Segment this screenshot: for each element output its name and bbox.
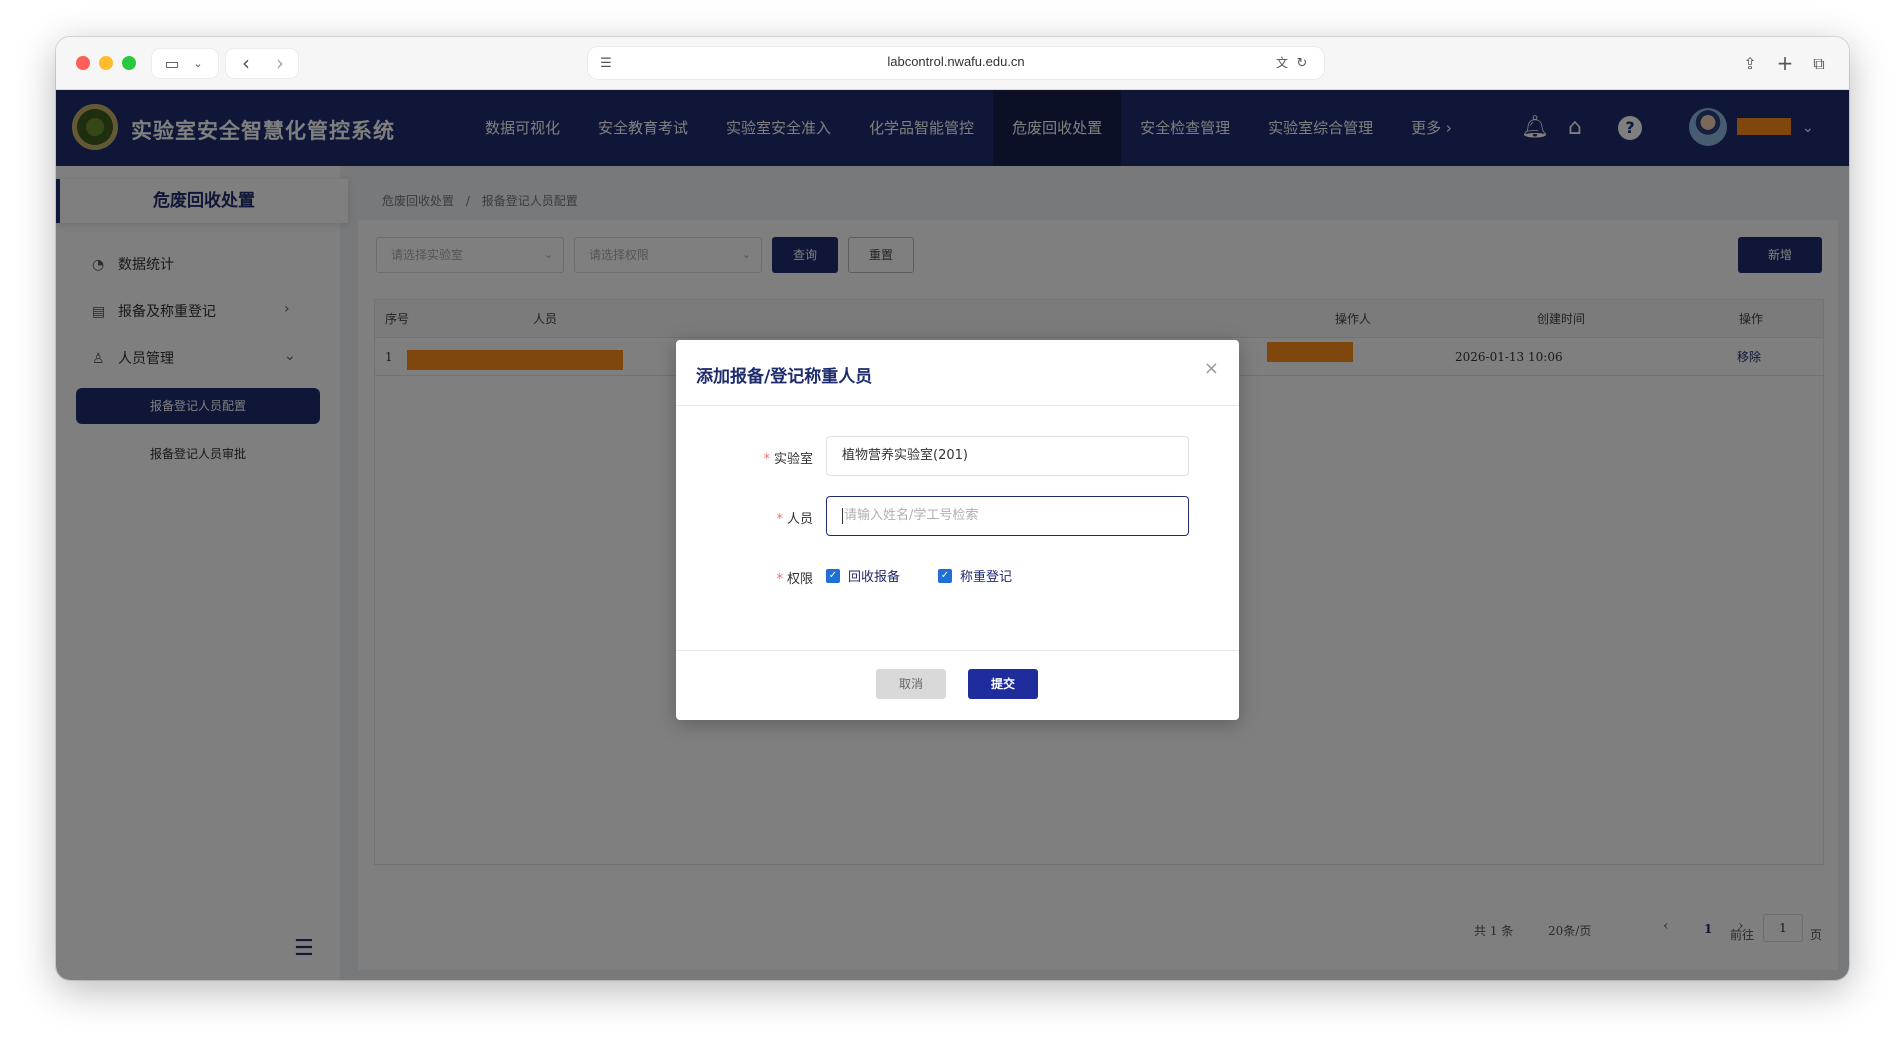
back-icon[interactable]: ‹ xyxy=(234,49,258,78)
checkbox-label: 回收报备 xyxy=(848,570,901,585)
add-personnel-dialog: 添加报备/登记称重人员 × * 实验室 植物营养实验室(201) * 人员 请输入姓… xyxy=(676,340,1239,720)
chevron-down-icon[interactable]: ⌄ xyxy=(188,49,208,78)
dialog-header: 添加报备/登记称重人员 × xyxy=(676,340,1239,406)
history-nav-group: ‹ › xyxy=(226,49,298,78)
permission-label-text: 权限 xyxy=(786,572,813,587)
lab-field-value: 植物营养实验室(201) xyxy=(842,448,968,463)
reload-icon[interactable]: ↻ xyxy=(1292,49,1312,78)
lab-field[interactable]: 植物营养实验室(201) xyxy=(826,436,1189,476)
zoom-window-button[interactable] xyxy=(122,56,136,70)
lab-label-text: 实验室 xyxy=(773,452,813,467)
browser-window: ▭ ⌄ ‹ › ☰ labcontrol.nwafu.edu.cn 文 ↻ ⇪ … xyxy=(56,37,1849,980)
permission-group: ✓ 回收报备 ✓ 称重登记 xyxy=(826,566,1226,586)
person-search-input[interactable]: 请输入姓名/学工号检索 xyxy=(826,496,1189,536)
submit-button[interactable]: 提交 xyxy=(968,669,1038,699)
required-mark: * xyxy=(776,512,783,527)
translate-icon[interactable]: 文 xyxy=(1272,49,1292,78)
minimize-window-button[interactable] xyxy=(99,56,113,70)
browser-toolbar: ▭ ⌄ ‹ › ☰ labcontrol.nwafu.edu.cn 文 ↻ ⇪ … xyxy=(56,37,1849,90)
check-icon: ✓ xyxy=(826,568,840,583)
sidebar-icon[interactable]: ▭ xyxy=(160,49,184,78)
close-window-button[interactable] xyxy=(76,56,90,70)
checkbox-recycle-report[interactable]: ✓ 回收报备 xyxy=(826,566,900,585)
checkbox-weighing-register[interactable]: ✓ 称重登记 xyxy=(938,566,1012,585)
checkbox-label: 称重登记 xyxy=(960,570,1013,585)
person-label-text: 人员 xyxy=(786,512,813,527)
close-icon[interactable]: × xyxy=(1204,358,1219,379)
address-bar[interactable]: ☰ labcontrol.nwafu.edu.cn 文 ↻ xyxy=(588,47,1324,79)
sidebar-toggle-group[interactable]: ▭ ⌄ xyxy=(152,49,218,78)
new-tab-icon[interactable]: + xyxy=(1774,49,1796,78)
check-icon: ✓ xyxy=(938,568,952,583)
cancel-button[interactable]: 取消 xyxy=(876,669,946,699)
permission-label: * 权限 xyxy=(676,568,813,587)
required-mark: * xyxy=(763,452,770,467)
person-label: * 人员 xyxy=(676,508,813,527)
forward-icon[interactable]: › xyxy=(268,49,292,78)
url-text: labcontrol.nwafu.edu.cn xyxy=(887,54,1025,69)
required-mark: * xyxy=(776,572,783,587)
dialog-divider xyxy=(676,650,1239,651)
tabs-overview-icon[interactable]: ⧉ xyxy=(1808,49,1830,78)
lab-label: * 实验室 xyxy=(676,448,813,467)
dialog-title: 添加报备/登记称重人员 xyxy=(696,367,873,387)
text-caret xyxy=(842,507,843,524)
person-search-placeholder: 请输入姓名/学工号检索 xyxy=(844,508,979,523)
share-icon[interactable]: ⇪ xyxy=(1739,49,1761,78)
